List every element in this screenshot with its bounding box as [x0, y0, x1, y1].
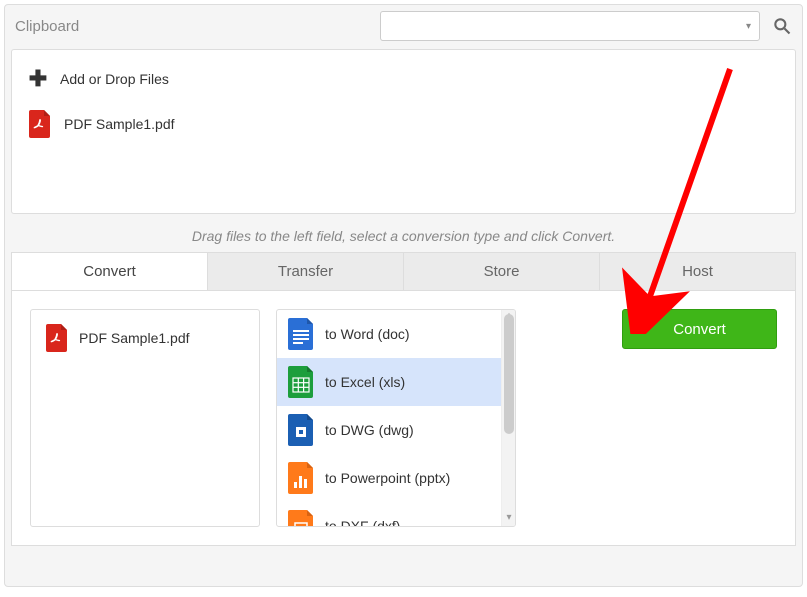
- scrollbar[interactable]: ▴ ▾: [501, 310, 515, 526]
- dxf-icon: [287, 510, 315, 526]
- format-option-dwg[interactable]: to DWG (dwg): [277, 406, 515, 454]
- convert-button[interactable]: Convert: [622, 309, 777, 349]
- tab-store[interactable]: Store: [404, 253, 600, 290]
- plus-icon: ✚: [28, 66, 48, 92]
- powerpoint-icon: [287, 462, 315, 494]
- tab-transfer[interactable]: Transfer: [208, 253, 404, 290]
- format-list[interactable]: to Word (doc) to Excel (xls) to DWG (dwg…: [277, 310, 515, 526]
- search-button[interactable]: [768, 11, 796, 41]
- tab-convert[interactable]: Convert: [12, 253, 208, 290]
- dropdown-caret-icon[interactable]: ▾: [738, 21, 759, 32]
- pdf-icon: [45, 324, 69, 352]
- search-combo[interactable]: ▾: [380, 11, 760, 41]
- format-label: to Word (doc): [325, 326, 410, 342]
- word-icon: [287, 318, 315, 350]
- format-option-word[interactable]: to Word (doc): [277, 310, 515, 358]
- selected-file-row[interactable]: PDF Sample1.pdf: [45, 324, 245, 352]
- add-files-button[interactable]: ✚ Add or Drop Files: [28, 66, 779, 92]
- search-icon: [772, 16, 792, 36]
- file-dropzone[interactable]: ✚ Add or Drop Files PDF Sample1.pdf: [11, 49, 796, 214]
- format-label: to DXF (dxf): [325, 518, 400, 526]
- dwg-icon: [287, 414, 315, 446]
- file-row[interactable]: PDF Sample1.pdf: [28, 110, 779, 138]
- format-label: to Excel (xls): [325, 374, 405, 390]
- format-option-excel[interactable]: to Excel (xls): [277, 358, 515, 406]
- format-label: to DWG (dwg): [325, 422, 414, 438]
- excel-icon: [287, 366, 315, 398]
- selected-file-name: PDF Sample1.pdf: [79, 330, 190, 346]
- add-files-label: Add or Drop Files: [60, 71, 169, 87]
- format-label: to Powerpoint (pptx): [325, 470, 450, 486]
- tab-host[interactable]: Host: [600, 253, 795, 290]
- format-option-dxf[interactable]: to DXF (dxf): [277, 502, 515, 526]
- selected-files-panel: PDF Sample1.pdf: [30, 309, 260, 527]
- format-list-panel: to Word (doc) to Excel (xls) to DWG (dwg…: [276, 309, 516, 527]
- pdf-icon: [28, 110, 52, 138]
- scroll-thumb[interactable]: [504, 314, 514, 434]
- tabs: Convert Transfer Store Host: [11, 252, 796, 291]
- format-option-powerpoint[interactable]: to Powerpoint (pptx): [277, 454, 515, 502]
- page-title: Clipboard: [11, 18, 79, 35]
- hint-text: Drag files to the left field, select a c…: [11, 228, 796, 244]
- scroll-down-icon[interactable]: ▾: [502, 512, 516, 526]
- file-name: PDF Sample1.pdf: [64, 116, 175, 132]
- search-input[interactable]: [381, 12, 738, 40]
